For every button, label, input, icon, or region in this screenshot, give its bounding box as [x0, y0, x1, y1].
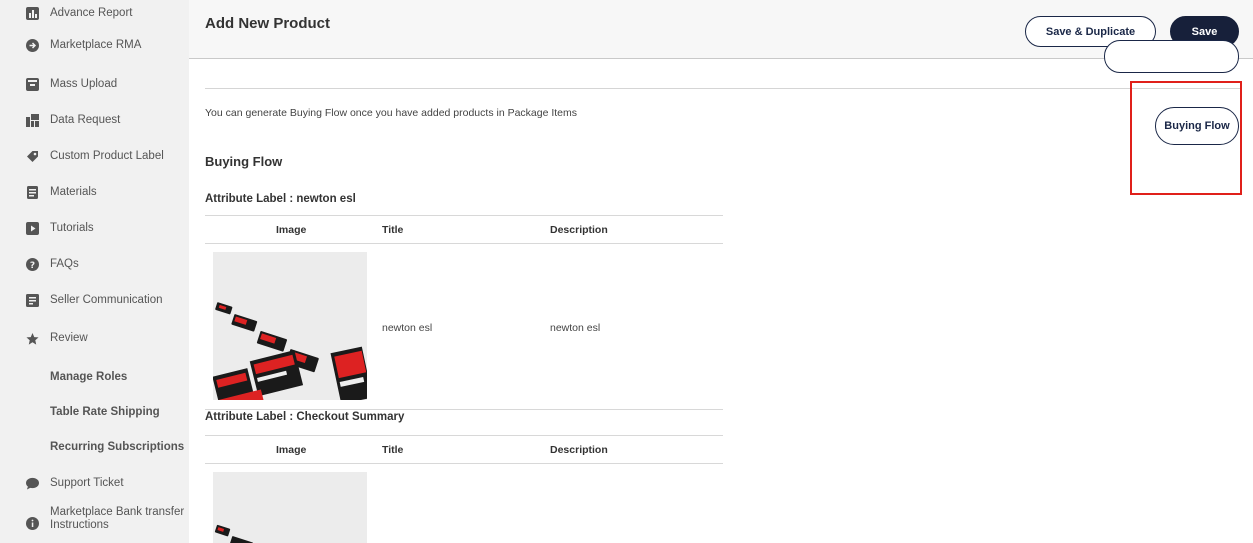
page-header: Add New Product Save & Duplicate Save	[189, 0, 1253, 59]
sidebar-item-data-request[interactable]: Data Request	[0, 113, 189, 128]
highlight-annotation	[1130, 81, 1242, 195]
buying-flow-info-text: You can generate Buying Flow once you ha…	[205, 107, 578, 119]
question-icon: ?	[26, 258, 39, 271]
sidebar-item-label: Manage Roles	[50, 371, 128, 383]
sidebar: Advance Report Marketplace RMA Mass Uplo…	[0, 0, 189, 543]
info-icon	[26, 517, 39, 530]
upload-box-icon	[26, 78, 39, 91]
table-divider	[205, 215, 723, 216]
attribute-label: Attribute Label : Checkout Summary	[205, 411, 405, 423]
sidebar-item-label: Table Rate Shipping	[50, 406, 160, 418]
table-divider	[205, 243, 723, 244]
sidebar-item-marketplace-rma[interactable]: Marketplace RMA	[0, 38, 189, 53]
row-title: newton esl	[382, 322, 433, 334]
sidebar-item-seller-communication[interactable]: Seller Communication	[0, 293, 189, 308]
sidebar-item-label: FAQs	[50, 258, 79, 270]
sidebar-item-label: Tutorials	[50, 222, 94, 234]
product-image	[213, 252, 367, 400]
chat-bubble-icon	[26, 477, 39, 490]
sidebar-item-materials[interactable]: Materials	[0, 185, 189, 200]
sidebar-item-recurring-subscriptions[interactable]: Recurring Subscriptions	[0, 440, 189, 455]
svg-text:?: ?	[30, 261, 35, 271]
star-icon	[26, 332, 39, 345]
column-header-image: Image	[276, 224, 307, 236]
column-header-title: Title	[382, 444, 404, 456]
sidebar-item-support-ticket[interactable]: Support Ticket	[0, 476, 189, 491]
sidebar-item-review[interactable]: Review	[0, 331, 189, 346]
sidebar-item-tutorials[interactable]: Tutorials	[0, 221, 189, 236]
bar-chart-icon	[26, 7, 39, 20]
section-divider	[205, 88, 1240, 89]
sidebar-item-advance-report[interactable]: Advance Report	[0, 6, 189, 21]
sidebar-item-label: Materials	[50, 186, 97, 198]
sidebar-item-manage-roles[interactable]: Manage Roles	[0, 370, 189, 385]
product-image	[213, 472, 367, 543]
attribute-label: Attribute Label : newton esl	[205, 193, 356, 205]
sidebar-item-bank-transfer[interactable]: Marketplace Bank transfer Instructions	[0, 506, 189, 536]
document-icon	[26, 186, 39, 199]
sidebar-item-label: Review	[50, 332, 88, 344]
sidebar-item-label: Seller Communication	[50, 294, 163, 306]
table-divider	[205, 409, 723, 410]
play-icon	[26, 222, 39, 235]
column-header-description: Description	[550, 444, 608, 456]
sidebar-item-mass-upload[interactable]: Mass Upload	[0, 77, 189, 92]
sidebar-item-label: Marketplace RMA	[50, 39, 142, 51]
sidebar-item-label: Custom Product Label	[50, 150, 164, 162]
sidebar-item-label: Recurring Subscriptions	[50, 441, 185, 453]
scrolled-button[interactable]	[1104, 40, 1239, 73]
row-description: newton esl	[550, 322, 601, 334]
table-divider	[205, 435, 723, 436]
sidebar-item-label: Mass Upload	[50, 78, 118, 90]
sidebar-item-label: Support Ticket	[50, 477, 124, 489]
message-icon	[26, 294, 39, 307]
arrow-circle-icon	[26, 39, 39, 52]
sidebar-item-table-rate-shipping[interactable]: Table Rate Shipping	[0, 405, 189, 420]
sidebar-item-label: Data Request	[50, 114, 121, 126]
sidebar-item-label: Marketplace Bank transfer Instructions	[50, 506, 185, 531]
column-header-title: Title	[382, 224, 404, 236]
table-divider	[205, 463, 723, 464]
tag-icon	[26, 150, 39, 163]
column-header-image: Image	[276, 444, 307, 456]
column-header-description: Description	[550, 224, 608, 236]
page-title: Add New Product	[205, 15, 331, 32]
buying-flow-section-title: Buying Flow	[205, 154, 283, 169]
sidebar-item-faqs[interactable]: ? FAQs	[0, 257, 189, 272]
data-grid-icon	[26, 114, 39, 127]
sidebar-item-label: Advance Report	[50, 7, 133, 19]
sidebar-item-custom-product-label[interactable]: Custom Product Label	[0, 149, 189, 164]
